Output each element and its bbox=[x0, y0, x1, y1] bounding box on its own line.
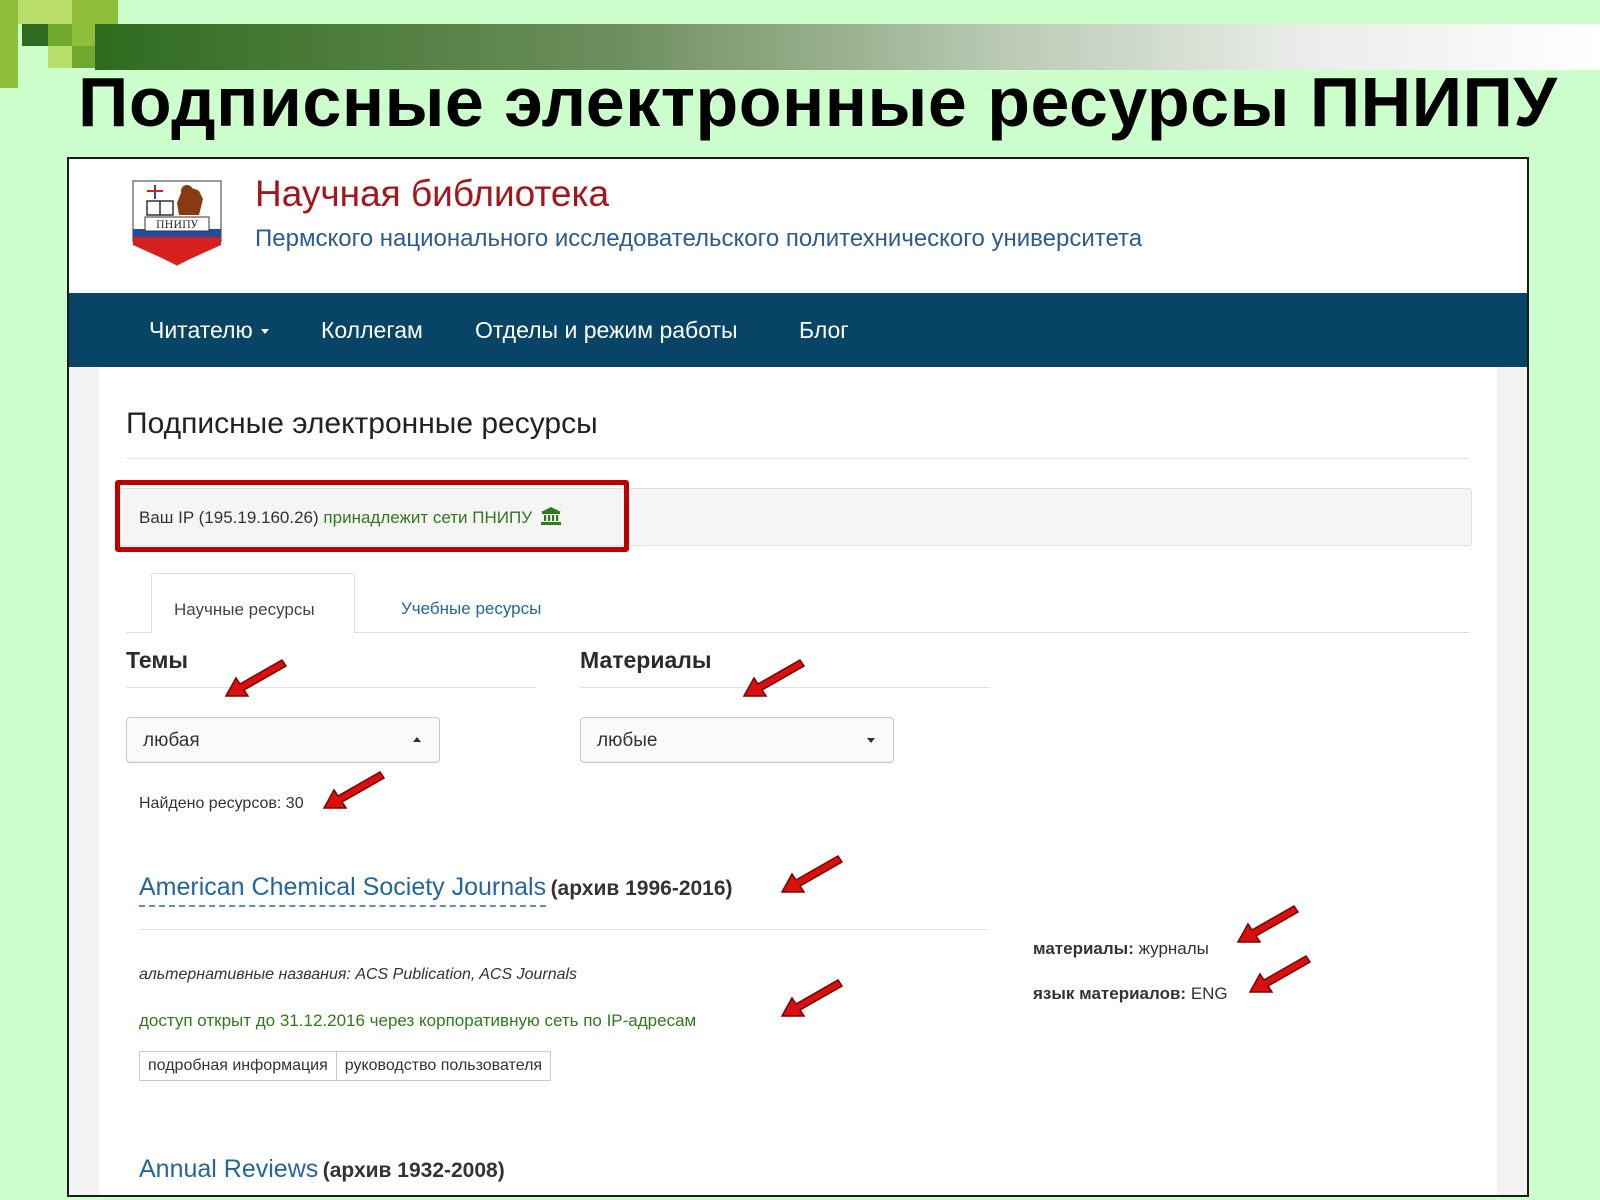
tab-label: Научные ресурсы bbox=[174, 600, 315, 619]
decor-square bbox=[22, 24, 48, 46]
bank-icon bbox=[540, 507, 561, 525]
red-arrow-icon bbox=[322, 771, 386, 809]
divider bbox=[126, 458, 1469, 459]
library-subtitle: Пермского национального исследовательско… bbox=[255, 225, 1143, 252]
topics-heading: Темы bbox=[126, 647, 189, 673]
decor-square bbox=[18, 0, 72, 24]
caret-down-icon bbox=[867, 738, 875, 743]
library-logo-icon: ПНИПУ bbox=[132, 180, 222, 267]
tab-scientific-resources[interactable]: Научные ресурсы bbox=[151, 573, 355, 634]
ip-network-status: принадлежит сети ПНИПУ bbox=[323, 508, 533, 527]
nav-item-blog[interactable]: Блог bbox=[799, 317, 849, 344]
ip-address-text: Ваш IP (195.19.160.26) bbox=[139, 508, 319, 527]
resource-archive-years: (архив 1996-2016) bbox=[550, 877, 733, 900]
page-title: Подписные электронные ресурсы bbox=[126, 407, 598, 440]
decor-square bbox=[0, 0, 18, 88]
resource-title-row: American Chemical Society Journals (архи… bbox=[139, 873, 733, 907]
nav-item-colleagues[interactable]: Коллегам bbox=[321, 317, 423, 344]
topics-select-value: любая bbox=[143, 730, 200, 751]
nav-item-departments[interactable]: Отделы и режим работы bbox=[475, 317, 738, 344]
language-label: язык материалов: bbox=[1033, 984, 1187, 1003]
resource-title-link[interactable]: Annual Reviews bbox=[139, 1155, 318, 1187]
details-button[interactable]: подробная информация bbox=[139, 1051, 337, 1081]
resource-button-group: подробная информация руководство пользов… bbox=[139, 1051, 552, 1081]
red-arrow-icon bbox=[780, 979, 844, 1017]
materials-label: материалы: bbox=[1033, 939, 1134, 958]
resource-title-row: Annual Reviews (архив 1932-2008) bbox=[139, 1155, 505, 1184]
caret-down-icon bbox=[260, 329, 269, 335]
ip-notice: Ваш IP (195.19.160.26) принадлежит сети … bbox=[139, 507, 561, 528]
caret-up-icon bbox=[413, 737, 421, 742]
user-guide-button[interactable]: руководство пользователя bbox=[336, 1051, 552, 1081]
resource-alt-names: альтернативные названия: ACS Publication… bbox=[139, 966, 578, 983]
tab-educational-resources[interactable]: Учебные ресурсы bbox=[401, 599, 541, 619]
divider bbox=[139, 929, 987, 930]
red-arrow-icon bbox=[742, 659, 806, 697]
main-navbar: Читателю Коллегам Отделы и режим работы … bbox=[69, 293, 1527, 367]
resource-materials: материалы: журналы bbox=[1033, 939, 1209, 959]
materials-heading: Материалы bbox=[580, 647, 712, 673]
materials-value: журналы bbox=[1138, 939, 1209, 958]
red-arrow-icon bbox=[1236, 905, 1300, 943]
library-title[interactable]: Научная библиотека bbox=[255, 173, 609, 215]
found-count: Найдено ресурсов: 30 bbox=[139, 795, 304, 812]
red-arrow-icon bbox=[1248, 955, 1312, 993]
resource-access-info: доступ открыт до 31.12.2016 через корпор… bbox=[139, 1011, 697, 1030]
slide-title: Подписные электронные ресурсы ПНИПУ bbox=[78, 63, 1558, 141]
resource-title-link[interactable]: American Chemical Society Journals bbox=[139, 873, 547, 907]
decor-square bbox=[48, 24, 72, 46]
nav-item-readers[interactable]: Читателю bbox=[149, 317, 269, 344]
logo-text: ПНИПУ bbox=[156, 220, 199, 231]
divider bbox=[126, 687, 536, 688]
red-arrow-icon bbox=[780, 855, 844, 893]
site-header: ПНИПУ Научная библиотека Пермского нацио… bbox=[69, 159, 1527, 293]
resource-archive-years: (архив 1932-2008) bbox=[322, 1159, 505, 1182]
resource-language: язык материалов: ENG bbox=[1033, 984, 1228, 1004]
decor-square bbox=[72, 24, 95, 46]
topics-select[interactable]: любая bbox=[126, 717, 440, 763]
red-arrow-icon bbox=[224, 659, 288, 697]
decor-square bbox=[48, 46, 72, 68]
decor-square bbox=[72, 0, 118, 24]
language-value: ENG bbox=[1190, 984, 1228, 1003]
materials-select[interactable]: любые bbox=[580, 717, 894, 763]
nav-item-label: Читателю bbox=[149, 317, 253, 343]
main-content: Подписные электронные ресурсы Ваш IP (19… bbox=[99, 367, 1497, 1195]
materials-select-value: любые bbox=[597, 730, 658, 751]
